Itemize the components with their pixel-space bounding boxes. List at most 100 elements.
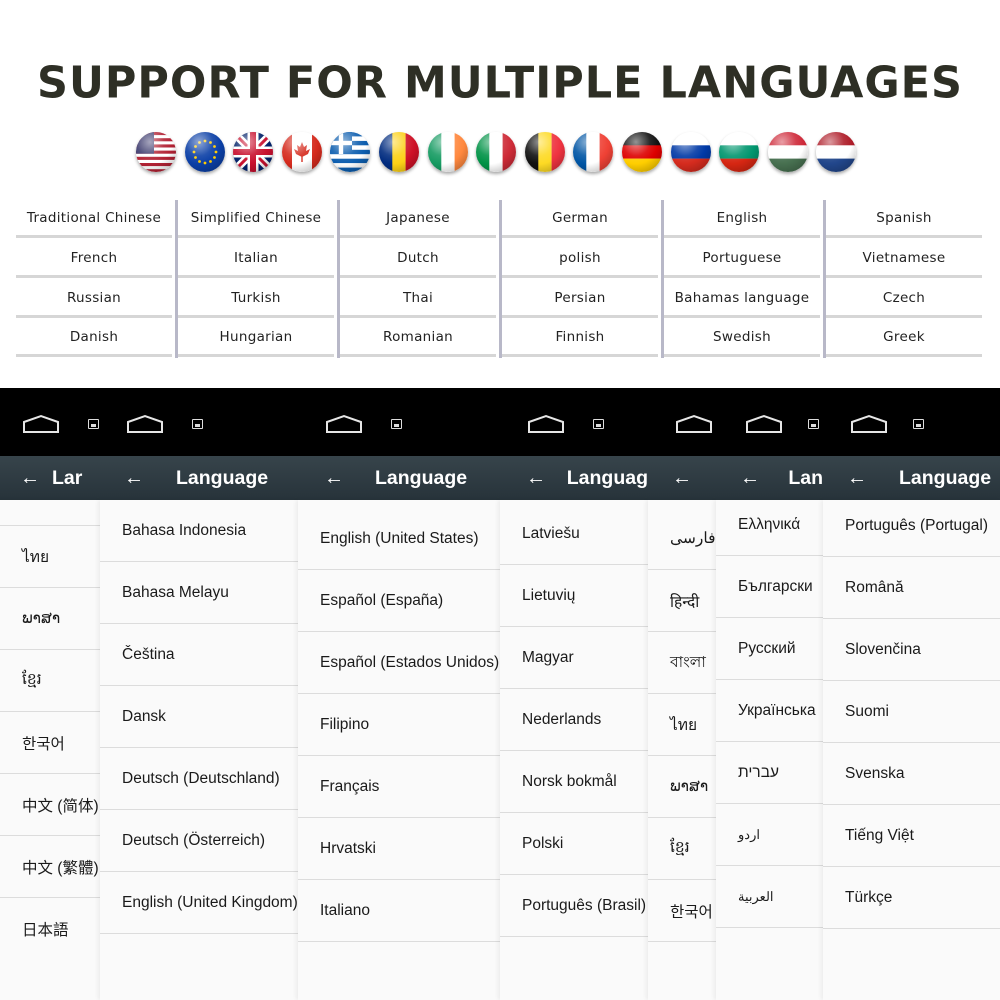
list-item[interactable]: 한국어 [0,712,100,774]
language-list-panel[interactable]: Latviešu Lietuvių Magyar Nederlands Nors… [500,500,648,1000]
language-list-panel[interactable]: ไทย ພາສາ ខ្មែរ 한국어 中文 (简体) 中文 (繁體) 日本語 [0,500,100,1000]
list-item-label: हिन्दी [670,593,700,611]
recent-apps-icon[interactable] [593,419,604,429]
list-item[interactable]: Български [716,556,823,618]
list-item[interactable]: Русский [716,618,823,680]
list-item[interactable]: Filipino [298,694,500,756]
language-cell: Vietnamese [826,240,982,278]
list-item[interactable]: Português (Portugal) [823,500,1000,557]
list-item[interactable]: ខ្មែរ [0,650,100,712]
list-item[interactable]: English (United States) [298,508,500,570]
list-item[interactable]: Latviešu [500,503,648,565]
list-item[interactable]: ខ្មែរ [648,818,716,880]
list-item[interactable]: Italiano [298,880,500,942]
list-item-label: 한국어 [22,735,65,753]
screen-header: ← Language [104,456,298,500]
list-item-label: Čeština [122,645,175,663]
language-list-panel[interactable]: English (United States) Español (España)… [298,500,500,1000]
eu-flag-icon [184,132,225,172]
language-list-panel[interactable]: Português (Portugal) Română Slovenčina S… [823,500,1000,1000]
screen-title: Language [899,466,992,489]
list-item[interactable]: Magyar [500,627,648,689]
language-list-panel[interactable]: فارسی हिन्दी বাংলা ไทย ພາສາ ខ្មែរ 한국어 [648,500,716,1000]
home-icon[interactable] [22,414,60,434]
home-icon[interactable] [325,414,363,434]
list-item[interactable]: اردو [716,804,823,866]
list-item[interactable]: Polski [500,813,648,875]
romania-flag-icon [378,132,419,172]
back-arrow-icon[interactable]: ← [720,467,788,490]
list-item[interactable]: 한국어 [648,880,716,942]
home-icon[interactable] [527,414,565,434]
language-column: Traditional Chinese French Russian Danis… [16,200,178,358]
france-flag-icon [573,132,614,172]
back-arrow-icon[interactable]: ← [506,467,567,490]
back-arrow-icon[interactable]: ← [827,467,899,490]
list-item[interactable]: English (United Kingdom) [100,872,298,934]
list-item[interactable]: Bahasa Melayu [100,562,298,624]
list-item[interactable]: Lietuvių [500,565,648,627]
list-item[interactable]: Tiếng Việt [823,805,1000,867]
list-item-label: Deutsch (Deutschland) [122,769,280,787]
list-item-label: বাংলা [670,653,706,671]
back-arrow-icon[interactable]: ← [304,467,375,490]
home-icon[interactable] [675,414,713,434]
back-arrow-icon[interactable]: ← [652,467,704,490]
list-item[interactable]: বাংলা [648,632,716,694]
list-item[interactable]: ພາສາ [0,588,100,650]
screen-title: Lar [52,466,83,489]
list-item[interactable]: Türkçe [823,867,1000,929]
list-item[interactable]: ไทย [648,694,716,756]
list-item[interactable]: Français [298,756,500,818]
list-item[interactable]: Čeština [100,624,298,686]
home-icon[interactable] [745,414,783,434]
home-icon[interactable] [126,414,164,434]
list-item[interactable]: Español (España) [298,570,500,632]
recent-apps-icon[interactable] [88,419,99,429]
list-item[interactable]: Suomi [823,681,1000,743]
screen-header: ← Lar [0,456,100,500]
list-item[interactable]: עברית [716,742,823,804]
back-arrow-icon[interactable]: ← [0,467,52,490]
list-item-label: Nederlands [522,710,602,728]
list-item[interactable]: Dansk [100,686,298,748]
language-column: Japanese Dutch Thai Romanian [340,200,502,358]
list-item[interactable]: ພາສາ [648,756,716,818]
back-arrow-icon[interactable]: ← [104,467,176,490]
recent-apps-icon[interactable] [391,419,402,429]
language-cell: Simplified Chinese [178,200,334,238]
list-item[interactable]: العربية [716,866,823,928]
list-item[interactable]: Ελληνικά [716,500,823,556]
uk-flag-icon [233,132,274,172]
list-item-label: Español (España) [320,591,444,609]
home-icon[interactable] [850,414,888,434]
language-list-panel[interactable]: Bahasa Indonesia Bahasa Melayu Čeština D… [100,500,298,1000]
list-item[interactable]: 中文 (繁體) [0,836,100,898]
list-item[interactable]: ไทย [0,526,100,588]
language-cell: German [502,200,658,238]
list-item[interactable]: 日本語 [0,898,100,960]
list-item-label: Español (Estados Unidos) [320,653,500,671]
list-item[interactable]: Español (Estados Unidos) [298,632,500,694]
list-item[interactable]: Hrvatski [298,818,500,880]
list-item[interactable]: Nederlands [500,689,648,751]
recent-apps-icon[interactable] [808,419,819,429]
list-item[interactable]: Português (Brasil) [500,875,648,937]
list-item[interactable]: Українська [716,680,823,742]
list-item[interactable]: Deutsch (Deutschland) [100,748,298,810]
list-item[interactable]: Română [823,557,1000,619]
recent-apps-icon[interactable] [192,419,203,429]
list-item[interactable]: فارسی [648,508,716,570]
list-item[interactable]: Deutsch (Österreich) [100,810,298,872]
list-item[interactable]: Norsk bokmål [500,751,648,813]
list-item[interactable] [0,500,100,526]
list-item[interactable]: Slovenčina [823,619,1000,681]
list-item[interactable]: Svenska [823,743,1000,805]
recent-apps-icon[interactable] [913,419,924,429]
language-list-panel[interactable]: Ελληνικά Български Русский Українська עב… [716,500,823,1000]
list-item-label: ພາສາ [22,610,61,627]
list-item-label: ไทย [22,549,50,566]
list-item[interactable]: 中文 (简体) [0,774,100,836]
list-item[interactable]: Bahasa Indonesia [100,500,298,562]
list-item[interactable]: हिन्दी [648,570,716,632]
